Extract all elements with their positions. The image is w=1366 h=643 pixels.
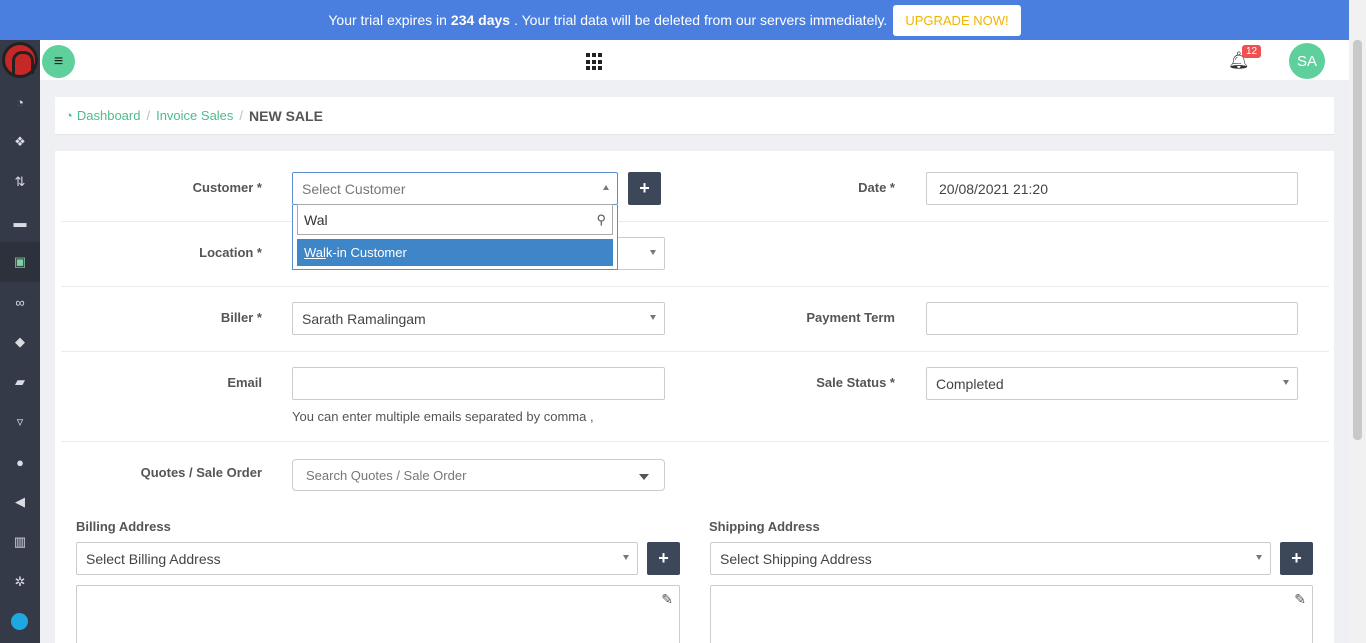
email-help-text: You can enter multiple emails separated … xyxy=(292,409,594,424)
page-title: NEW SALE xyxy=(249,107,323,124)
divider xyxy=(61,441,1329,442)
email-input[interactable] xyxy=(292,367,665,400)
menu-toggle-icon[interactable]: ≡ xyxy=(42,45,75,78)
shipping-address-placeholder: Select Shipping Address xyxy=(720,550,872,567)
payment-term-input[interactable] xyxy=(926,302,1298,335)
biller-label: Biller * xyxy=(220,310,262,325)
caret-down-icon xyxy=(639,474,649,480)
biller-value: Sarath Ramalingam xyxy=(302,310,426,327)
customer-placeholder: Select Customer xyxy=(302,180,406,197)
sale-status-label: Sale Status * xyxy=(816,375,895,390)
biller-select[interactable]: Sarath Ramalingam xyxy=(292,302,665,335)
tags-icon[interactable]: ◆ xyxy=(0,322,40,362)
notification-badge: 12 xyxy=(1242,45,1262,58)
breadcrumb-separator: / xyxy=(146,108,151,123)
customer-option-walk-in[interactable]: Wal k-in Customer xyxy=(297,239,613,266)
payment-term-label: Payment Term xyxy=(806,310,895,325)
bullhorn-icon[interactable]: ◀ xyxy=(0,482,40,522)
avatar[interactable]: SA xyxy=(1289,43,1325,79)
option-rest-text: k-in Customer xyxy=(325,245,407,260)
basket-icon[interactable]: ▣ xyxy=(0,242,40,282)
billing-address-placeholder: Select Billing Address xyxy=(86,550,221,567)
date-label: Date * xyxy=(858,180,895,195)
handshake-icon[interactable]: ∞ xyxy=(0,282,40,322)
breadcrumb: ◔ Dashboard / Invoice Sales / NEW SALE xyxy=(55,97,1334,135)
date-input[interactable]: 20/08/2021 21:20 xyxy=(926,172,1298,205)
trial-days: 234 days xyxy=(450,12,511,28)
breadcrumb-invoice-sales[interactable]: Invoice Sales xyxy=(156,108,233,123)
shipping-address-textarea[interactable]: ✎ xyxy=(710,585,1313,643)
edit-icon[interactable]: ✎ xyxy=(1294,591,1306,608)
app-logo[interactable] xyxy=(2,42,38,78)
caret-up-icon xyxy=(603,185,609,190)
breadcrumb-separator: / xyxy=(239,108,244,123)
quotes-placeholder: Search Quotes / Sale Order xyxy=(306,467,467,483)
location-label: Location * xyxy=(199,245,262,260)
divider xyxy=(61,351,1329,352)
customer-select[interactable]: Select Customer xyxy=(292,172,618,205)
shipping-address-label: Shipping Address xyxy=(709,519,820,534)
truck-icon[interactable]: ▰ xyxy=(0,362,40,402)
users-icon[interactable]: ● xyxy=(0,442,40,482)
customer-search-value: Wal xyxy=(304,211,328,228)
option-match-text: Wal xyxy=(304,245,326,260)
caret-down-icon xyxy=(1283,380,1289,385)
chat-icon[interactable] xyxy=(11,613,28,630)
dashboard-icon: ◔ xyxy=(65,108,73,123)
add-customer-button[interactable]: + xyxy=(628,172,661,205)
add-shipping-address-button[interactable]: + xyxy=(1280,542,1313,575)
divider xyxy=(61,286,1329,287)
billing-address-textarea[interactable]: ✎ xyxy=(76,585,680,643)
divider xyxy=(61,221,1329,222)
scrollbar-thumb[interactable] xyxy=(1353,40,1362,440)
bed-icon[interactable]: ▬ xyxy=(0,202,40,242)
sale-status-value: Completed xyxy=(936,375,1004,392)
quotes-select[interactable]: Search Quotes / Sale Order xyxy=(292,459,665,491)
search-icon: ⚲ xyxy=(596,212,606,227)
caret-down-icon xyxy=(650,315,656,320)
caret-down-icon xyxy=(650,250,656,255)
trial-banner: Your trial expires in 234 days . Your tr… xyxy=(0,0,1349,40)
add-billing-address-button[interactable]: + xyxy=(647,542,680,575)
apps-grid-icon[interactable] xyxy=(586,53,604,71)
quotes-label: Quotes / Sale Order xyxy=(140,465,262,480)
bar-chart-icon[interactable]: ▥ xyxy=(0,522,40,562)
shipping-address-select[interactable]: Select Shipping Address xyxy=(710,542,1271,575)
customer-label: Customer * xyxy=(192,180,262,195)
dashboard-icon[interactable]: ◔ xyxy=(0,82,40,122)
caret-down-icon xyxy=(623,555,629,560)
trial-suffix: . Your trial data will be deleted from o… xyxy=(514,12,888,28)
trial-prefix: Your trial expires in xyxy=(328,12,447,28)
billing-address-select[interactable]: Select Billing Address xyxy=(76,542,638,575)
cubes-icon[interactable]: ❖ xyxy=(0,122,40,162)
cart-icon[interactable]: ▿ xyxy=(0,402,40,442)
email-label: Email xyxy=(227,375,262,390)
billing-address-label: Billing Address xyxy=(76,519,171,534)
date-value: 20/08/2021 21:20 xyxy=(939,180,1048,197)
edit-icon[interactable]: ✎ xyxy=(661,591,673,608)
caret-down-icon xyxy=(1256,555,1262,560)
top-header xyxy=(40,40,1349,80)
upgrade-button[interactable]: UPGRADE NOW! xyxy=(893,4,1021,36)
customer-search-input[interactable]: Wal ⚲ xyxy=(297,204,613,235)
breadcrumb-dashboard[interactable]: Dashboard xyxy=(77,108,141,123)
gear-icon[interactable]: ✲ xyxy=(0,562,40,602)
sale-status-select[interactable]: Completed xyxy=(926,367,1298,400)
exchange-icon[interactable]: ⇅ xyxy=(0,162,40,202)
